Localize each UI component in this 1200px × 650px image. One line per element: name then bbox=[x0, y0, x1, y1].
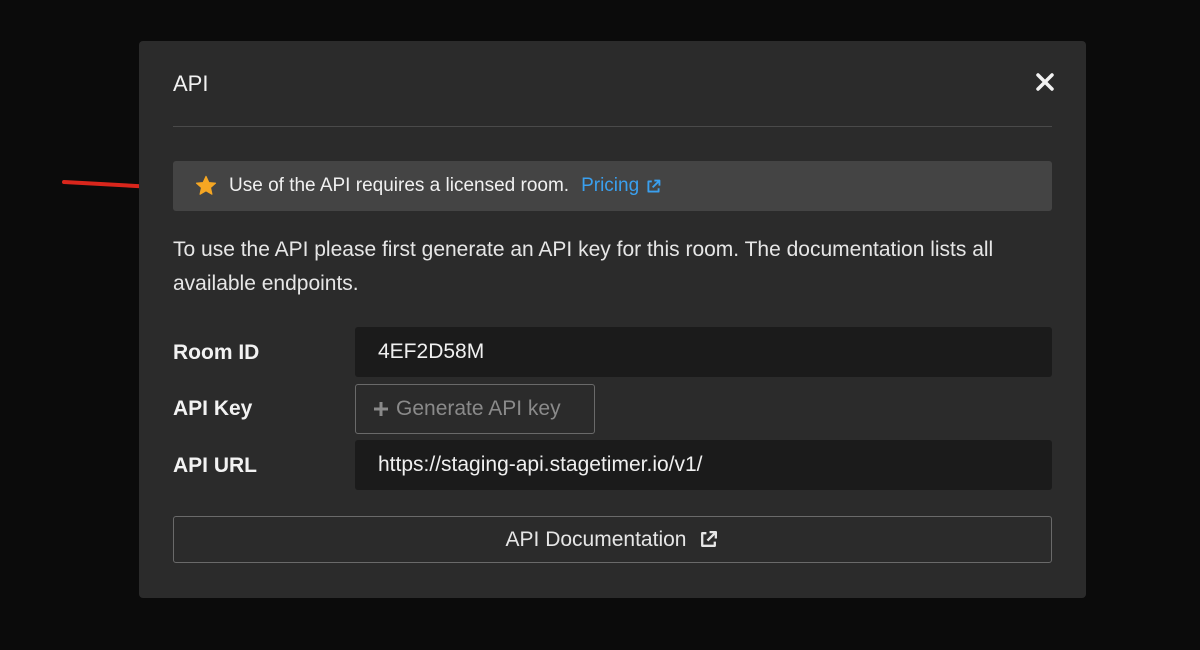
description-text: To use the API please first generate an … bbox=[173, 238, 994, 295]
pricing-link-label: Pricing bbox=[581, 175, 640, 196]
api-documentation-button[interactable]: API Documentation bbox=[173, 516, 1052, 563]
pricing-link[interactable]: Pricing bbox=[581, 175, 662, 197]
api-url-field[interactable]: https://staging-api.stagetimer.io/v1/ bbox=[355, 440, 1052, 490]
modal-backdrop: API Use of the API requires a licensed r… bbox=[0, 0, 1200, 650]
generate-api-key-label: Generate API key bbox=[396, 397, 561, 420]
room-id-label: Room ID bbox=[173, 341, 260, 364]
api-documentation-label: API Documentation bbox=[505, 527, 687, 551]
room-id-field[interactable]: 4EF2D58M bbox=[355, 327, 1052, 377]
plus-icon bbox=[372, 400, 390, 418]
notice-text: Use of the API requires a licensed room. bbox=[229, 175, 570, 196]
generate-api-key-button[interactable]: Generate API key bbox=[355, 384, 595, 434]
close-icon bbox=[1036, 73, 1054, 91]
modal-title: API bbox=[173, 71, 209, 96]
api-key-label: API Key bbox=[173, 397, 253, 420]
star-icon bbox=[195, 175, 217, 197]
api-url-label: API URL bbox=[173, 454, 257, 477]
close-button[interactable] bbox=[1034, 71, 1056, 93]
header-divider bbox=[173, 126, 1052, 127]
external-link-icon bbox=[698, 529, 719, 550]
external-link-icon bbox=[645, 178, 662, 195]
api-modal: API Use of the API requires a licensed r… bbox=[139, 41, 1086, 598]
license-notice: Use of the API requires a licensed room.… bbox=[173, 161, 1052, 211]
